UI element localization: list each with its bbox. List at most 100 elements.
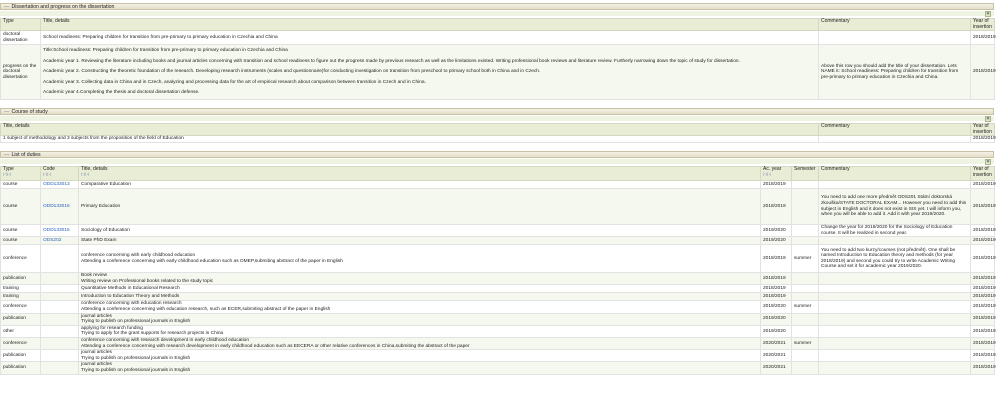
row-ac-year: 2019/2020 xyxy=(760,223,792,238)
row-type: progress on the doctoral dissertation xyxy=(0,44,41,100)
row-code[interactable] xyxy=(40,300,79,314)
duty-title: Primary Education xyxy=(81,203,121,209)
dissertation-toolbar: ▦ xyxy=(0,11,994,17)
row-semester xyxy=(791,292,819,302)
row-ac-year: 2019/2020 xyxy=(760,324,792,338)
duty-title: Quantitative Methods in Educational Rese… xyxy=(81,286,180,292)
row-title: conference concerning with research deve… xyxy=(78,336,761,351)
row-year: 2018/2019 xyxy=(970,361,996,375)
duties-section-header[interactable]: — List of duties xyxy=(0,151,994,158)
row-title: applying for research funding Trying to … xyxy=(78,324,761,338)
row-commentary: You need to add two kurzy/courses (not p… xyxy=(818,244,971,274)
col-year[interactable]: Year of insertion xyxy=(970,166,995,181)
row-commentary xyxy=(818,300,971,314)
col-code[interactable]: Code (↑)(↓) xyxy=(40,166,79,181)
col-semester[interactable]: Semester xyxy=(791,166,819,181)
table-row: conference conference concerning with ea… xyxy=(0,244,996,274)
col-commentary[interactable]: Commentary xyxy=(818,123,971,136)
course-code-link[interactable]: ODD133016 xyxy=(43,204,70,209)
dissertation-section-header[interactable]: — Dissertation and progress on the disse… xyxy=(0,3,994,10)
row-code[interactable] xyxy=(40,284,79,294)
row-year: 2018/2019 xyxy=(970,336,996,351)
col-title[interactable]: Title, details xyxy=(40,18,819,31)
col-type[interactable]: Type xyxy=(0,18,41,31)
row-title: 1 subject of methodology and 3 subjects … xyxy=(0,135,819,143)
row-code[interactable]: ODD133016 xyxy=(40,188,79,225)
collapse-toggle-icon[interactable]: — xyxy=(4,152,10,158)
course-section-header[interactable]: — Course of study xyxy=(0,108,994,115)
row-year: 2018/2019 xyxy=(970,223,996,238)
table-row: conference conference concerning with re… xyxy=(0,336,996,351)
export-icon[interactable]: ▦ xyxy=(985,116,991,122)
row-ac-year: 2018/2019 xyxy=(760,180,792,189)
row-title: Comparative Education xyxy=(78,180,761,189)
row-type: conference xyxy=(0,336,41,351)
row-commentary xyxy=(818,292,971,302)
row-code[interactable]: ODD133015 xyxy=(40,223,79,238)
row-semester xyxy=(791,223,819,238)
row-code[interactable] xyxy=(40,336,79,351)
dissertation-table: Type Title, details Commentary Year of i… xyxy=(0,18,996,100)
row-code[interactable] xyxy=(40,312,79,326)
col-commentary[interactable]: Commentary xyxy=(818,166,971,181)
col-title[interactable]: Title, details xyxy=(0,123,819,136)
course-code-link[interactable]: ODS202 xyxy=(43,238,61,243)
row-commentary xyxy=(818,135,971,143)
col-year[interactable]: Year of insertion xyxy=(970,123,995,136)
row-year: 2018/2019 xyxy=(970,44,996,100)
collapse-toggle-icon[interactable]: — xyxy=(4,109,10,115)
duty-detail: Trying to publish on professional journa… xyxy=(81,319,191,325)
row-ac-year: 2018/2019 xyxy=(760,272,792,286)
row-type: course xyxy=(0,180,41,189)
course-code-link[interactable]: ODD133013 xyxy=(43,182,70,187)
row-semester: summer xyxy=(791,244,819,274)
dissertation-section-title: Dissertation and progress on the dissert… xyxy=(11,4,115,10)
collapse-toggle-icon[interactable]: — xyxy=(4,4,10,10)
row-code[interactable] xyxy=(40,244,79,274)
row-commentary: Change the year for 2019/2020 for the So… xyxy=(818,223,971,238)
row-title: Primary Education xyxy=(78,188,761,225)
table-row: course ODD133015 Sociology of Education … xyxy=(0,223,996,238)
col-commentary[interactable]: Commentary xyxy=(818,18,971,31)
row-code[interactable] xyxy=(40,292,79,302)
row-code[interactable] xyxy=(40,361,79,375)
row-ac-year: 2020/2021 xyxy=(760,361,792,375)
duty-title: Sociology of Education xyxy=(81,227,130,233)
row-ac-year: 2019/2020 xyxy=(760,300,792,314)
col-title[interactable]: Title, details (↑)(↓) xyxy=(78,166,761,181)
sort-arrows-icon[interactable]: (↑)(↓) xyxy=(763,172,789,177)
col-year[interactable]: Year of insertion xyxy=(970,18,995,31)
row-code[interactable] xyxy=(40,324,79,338)
export-icon[interactable]: ▦ xyxy=(985,159,991,165)
row-title: journal articles Trying to publish on pr… xyxy=(78,361,761,375)
row-code[interactable] xyxy=(40,349,79,363)
course-code-link[interactable]: ODD133015 xyxy=(43,228,70,233)
sort-arrows-icon[interactable]: (↑)(↓) xyxy=(81,172,758,177)
duty-detail: Attending a conference concerning with e… xyxy=(81,258,343,264)
row-type: course xyxy=(0,188,41,225)
row-type: publication xyxy=(0,349,41,363)
col-type[interactable]: Type (↑)(↓) xyxy=(0,166,41,181)
progress-line: Academic year 4.Completing the thesis an… xyxy=(43,90,200,96)
sort-arrows-icon[interactable]: (↑)(↓) xyxy=(3,172,38,177)
row-code[interactable] xyxy=(40,272,79,286)
row-semester xyxy=(791,272,819,286)
row-type: publication xyxy=(0,312,41,326)
row-code[interactable]: ODS202 xyxy=(40,236,79,246)
row-code[interactable]: ODD133013 xyxy=(40,180,79,189)
row-year: 2018/2019 xyxy=(970,236,996,246)
row-semester: summer xyxy=(791,300,819,314)
export-icon[interactable]: ▦ xyxy=(985,11,991,17)
row-ac-year: 2020/2021 xyxy=(760,336,792,351)
table-row: training Introduction to Education Theor… xyxy=(0,292,996,302)
row-year: 2018/2019 xyxy=(970,188,996,225)
progress-line: Title:School readiness: Preparing childr… xyxy=(43,48,288,54)
row-ac-year: 2020/2021 xyxy=(760,349,792,363)
row-commentary xyxy=(818,324,971,338)
row-semester xyxy=(791,349,819,363)
progress-line: Academic year 1. Reviewing the literatur… xyxy=(43,58,740,64)
row-semester xyxy=(791,180,819,189)
sort-arrows-icon[interactable]: (↑)(↓) xyxy=(43,172,76,177)
col-ac-year[interactable]: Ac. year (↑)(↓) xyxy=(760,166,792,181)
table-row: publication journal articles Trying to p… xyxy=(0,349,996,363)
